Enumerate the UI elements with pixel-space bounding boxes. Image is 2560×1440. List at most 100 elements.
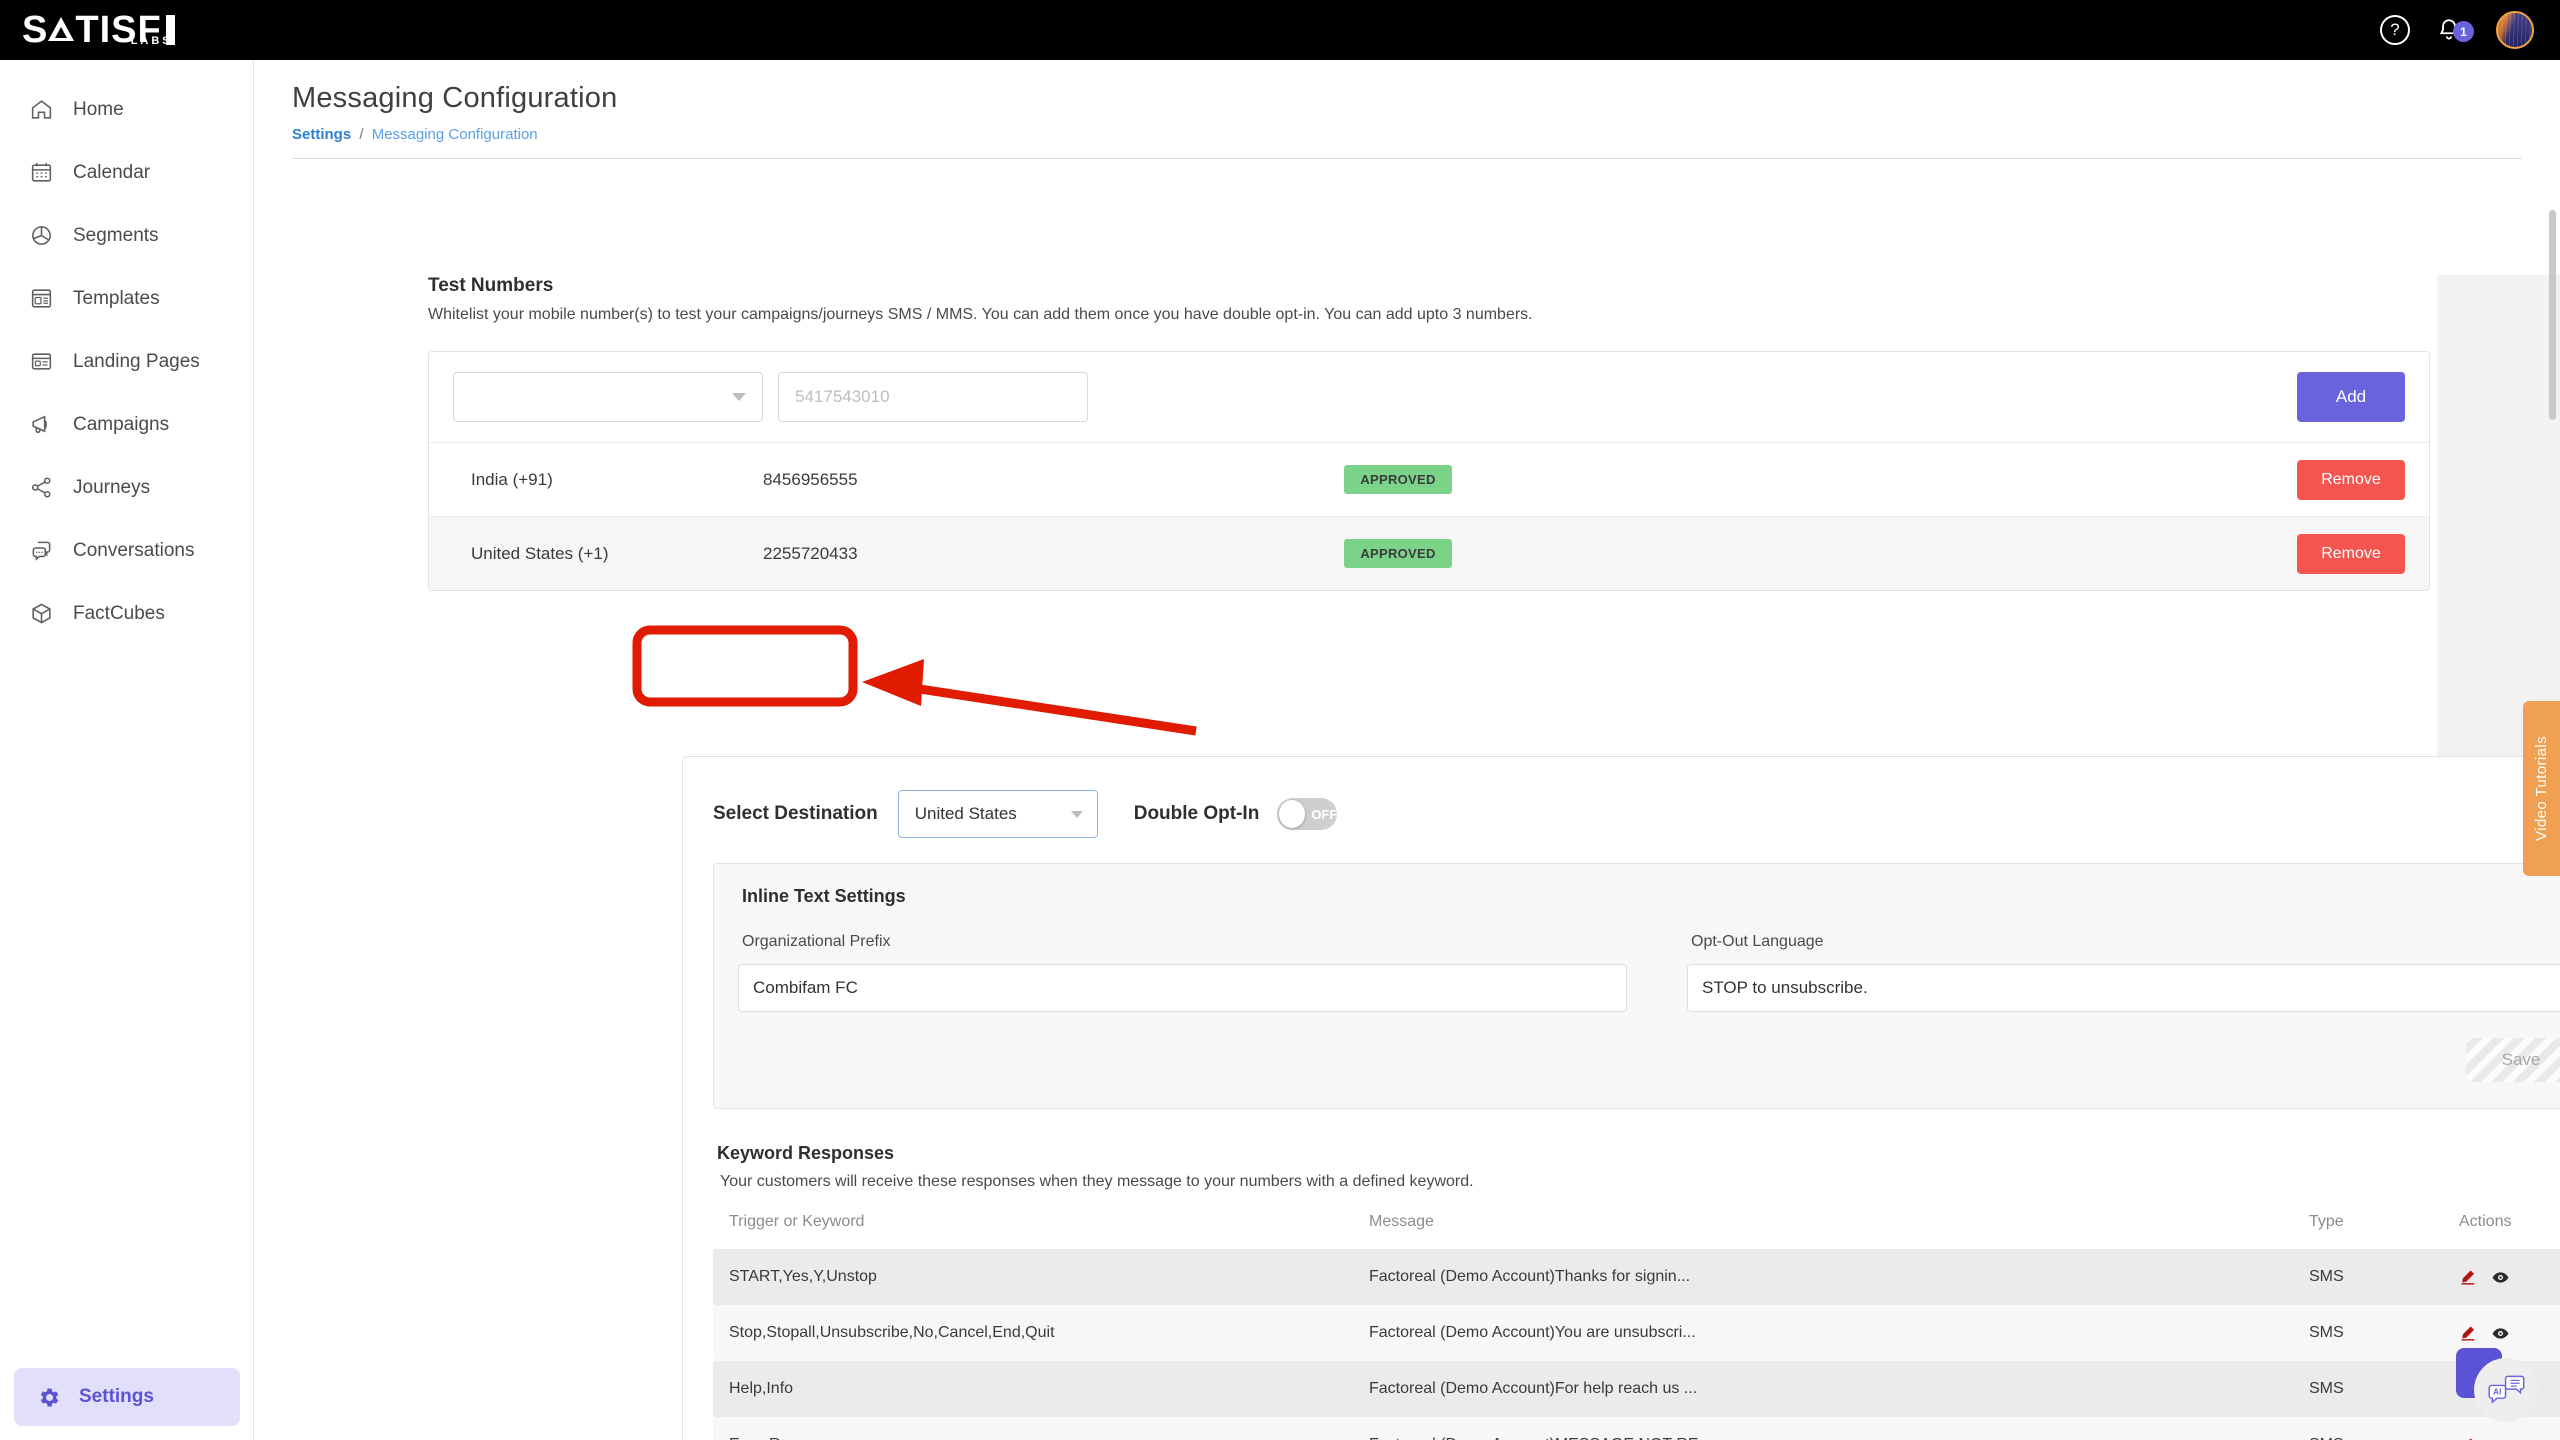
add-number-button[interactable]: Add (2297, 372, 2405, 422)
table-row: Error Response Factoreal (Demo Account)M… (713, 1417, 2560, 1440)
opt-out-field: Opt-Out Language (1687, 933, 2560, 1012)
sidebar-item-journeys[interactable]: Journeys (0, 456, 253, 519)
cell-actions (2443, 1249, 2560, 1305)
phone-number-input[interactable] (778, 372, 1088, 422)
sidebar-item-landing-pages[interactable]: Landing Pages (0, 330, 253, 393)
sidebar-item-settings[interactable]: Settings (14, 1368, 240, 1426)
home-icon (28, 97, 54, 123)
opt-out-input[interactable] (1687, 964, 2560, 1012)
country-code-select[interactable] (453, 372, 763, 422)
logo-letter-s: S (22, 11, 48, 49)
cell-type: SMS (2293, 1417, 2443, 1440)
save-button[interactable]: Save (2466, 1038, 2560, 1082)
test-number-phone: 8456956555 (763, 470, 1183, 490)
row-actions (2459, 1436, 2560, 1440)
test-numbers-card: Add India (+91) 8456956555 APPROVED Remo… (428, 351, 2430, 591)
help-icon[interactable]: ? (2380, 15, 2410, 45)
page-scrollbar[interactable] (2549, 210, 2556, 420)
breadcrumb: Settings / Messaging Configuration (292, 126, 2560, 143)
video-tutorials-tab[interactable]: Video Tutorials (2523, 701, 2560, 876)
cube-icon (28, 601, 54, 627)
destination-row: Select Destination United States Double … (713, 783, 2560, 845)
sidebar-item-campaigns[interactable]: Campaigns (0, 393, 253, 456)
status-badge: APPROVED (1344, 539, 1451, 568)
sidebar-item-label: Home (73, 99, 124, 121)
page-header: Messaging Configuration Settings / Messa… (254, 60, 2560, 143)
megaphone-icon (28, 412, 54, 438)
test-number-phone: 2255720433 (763, 544, 1183, 564)
double-opt-in-label: Double Opt-In (1134, 803, 1260, 825)
remove-number-button[interactable]: Remove (2297, 534, 2405, 574)
test-number-country: United States (+1) (453, 544, 763, 564)
cell-message: Factoreal (Demo Account)You are unsubscr… (1353, 1305, 2293, 1361)
sidebar-item-label: Segments (73, 225, 159, 247)
sidebar-item-label: Campaigns (73, 414, 169, 436)
destination-settings-card: Select Destination United States Double … (682, 756, 2560, 1440)
breadcrumb-separator: / (359, 126, 363, 143)
table-row: Stop,Stopall,Unsubscribe,No,Cancel,End,Q… (713, 1305, 2560, 1361)
cell-type: SMS (2293, 1249, 2443, 1305)
chat-widget-circle: AI (2474, 1358, 2538, 1422)
view-eye-icon[interactable] (2491, 1324, 2510, 1343)
test-number-row: India (+91) 8456956555 APPROVED Remove (429, 442, 2429, 516)
app-root: S TISF LABS ? 1 (0, 0, 2560, 1440)
org-prefix-input[interactable] (738, 964, 1627, 1012)
main-content: Messaging Configuration Settings / Messa… (254, 60, 2560, 1440)
header-divider (292, 158, 2522, 159)
page-title: Messaging Configuration (292, 82, 2560, 115)
cell-trigger: Help,Info (713, 1361, 1353, 1417)
inline-text-settings-title: Inline Text Settings (742, 886, 2560, 907)
opt-out-label: Opt-Out Language (1691, 933, 2560, 951)
sidebar-item-label: FactCubes (73, 603, 165, 625)
table-row: START,Yes,Y,Unstop Factoreal (Demo Accou… (713, 1249, 2560, 1305)
brand-logo[interactable]: S TISF LABS (0, 11, 173, 49)
test-numbers-description: Whitelist your mobile number(s) to test … (428, 306, 2430, 324)
sidebar-item-label: Landing Pages (73, 351, 200, 373)
edit-pencil-icon[interactable] (2459, 1436, 2477, 1440)
keyword-responses-header: Keyword Responses Your customers will re… (713, 1143, 2560, 1191)
avatar[interactable] (2496, 11, 2534, 49)
table-header-row: Trigger or Keyword Message Type Actions (713, 1213, 2560, 1249)
sidebar-item-segments[interactable]: Segments (0, 204, 253, 267)
cell-type: SMS (2293, 1305, 2443, 1361)
ai-chat-icon: AI (2486, 1373, 2526, 1407)
cell-type: SMS (2293, 1361, 2443, 1417)
inline-text-fields: Organizational Prefix Opt-Out Language (738, 933, 2560, 1012)
logo-triangle-icon (48, 17, 74, 43)
test-number-status-cell: APPROVED (1183, 539, 1613, 568)
double-opt-in-toggle[interactable]: OFF (1277, 798, 1337, 830)
destination-select-value: United States (915, 804, 1017, 824)
view-eye-icon[interactable] (2491, 1268, 2510, 1287)
sidebar: Home Calendar Segments (0, 60, 254, 1440)
templates-icon (28, 286, 54, 312)
breadcrumb-parent[interactable]: Settings (292, 126, 351, 143)
sidebar-item-label: Settings (79, 1386, 154, 1408)
sidebar-item-templates[interactable]: Templates (0, 267, 253, 330)
sidebar-item-conversations[interactable]: Conversations (0, 519, 253, 582)
sidebar-item-factcubes[interactable]: FactCubes (0, 582, 253, 645)
notifications-button[interactable]: 1 (2436, 15, 2470, 45)
row-actions (2459, 1268, 2560, 1287)
destination-select[interactable]: United States (898, 790, 1098, 838)
keyword-responses-table: Trigger or Keyword Message Type Actions … (713, 1213, 2560, 1440)
ai-label: AI (2493, 1388, 2501, 1397)
cell-trigger: Stop,Stopall,Unsubscribe,No,Cancel,End,Q… (713, 1305, 1353, 1361)
inline-text-settings-box: Inline Text Settings Organizational Pref… (713, 863, 2560, 1109)
view-eye-icon[interactable] (2491, 1436, 2510, 1440)
save-row: Save (738, 1038, 2560, 1082)
sidebar-item-home[interactable]: Home (0, 78, 253, 141)
cell-trigger: Error Response (713, 1417, 1353, 1440)
segments-icon (28, 223, 54, 249)
edit-pencil-icon[interactable] (2459, 1268, 2477, 1286)
sidebar-item-calendar[interactable]: Calendar (0, 141, 253, 204)
chat-widget-button[interactable]: AI (2454, 1342, 2538, 1422)
cell-trigger: START,Yes,Y,Unstop (713, 1249, 1353, 1305)
edit-pencil-icon[interactable] (2459, 1324, 2477, 1342)
select-destination-label: Select Destination (713, 803, 878, 825)
top-bar-actions: ? 1 (2380, 11, 2560, 49)
test-number-status-cell: APPROVED (1183, 465, 1613, 494)
test-numbers-section: Test Numbers Whitelist your mobile numbe… (428, 275, 2430, 591)
remove-number-button[interactable]: Remove (2297, 460, 2405, 500)
table-row: Help,Info Factoreal (Demo Account)For he… (713, 1361, 2560, 1417)
cell-message: Factoreal (Demo Account)Thanks for signi… (1353, 1249, 2293, 1305)
